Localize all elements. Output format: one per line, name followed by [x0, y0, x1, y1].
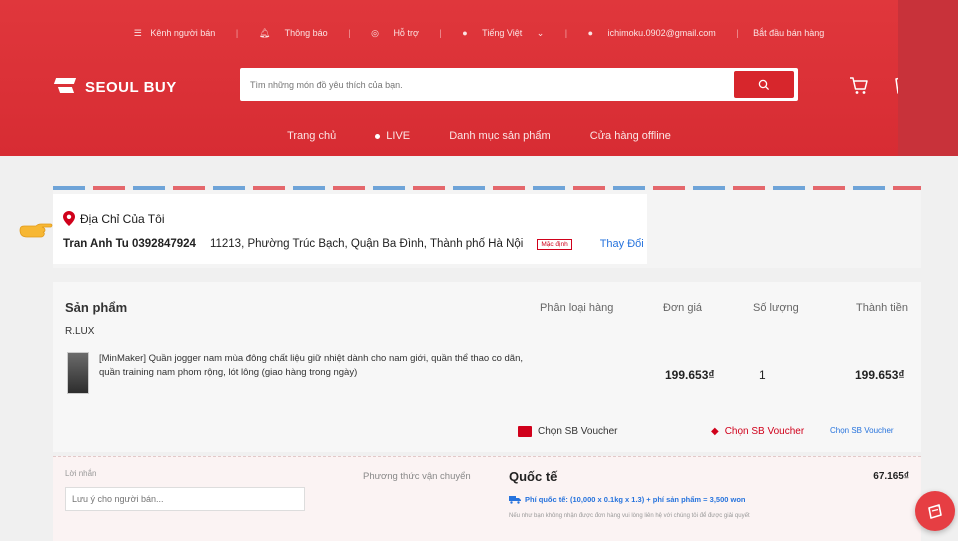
voucher-label: Chọn SB Voucher: [724, 426, 805, 437]
products-header-variant: Phân loại hàng: [540, 302, 614, 314]
products-header-total: Thành tiền: [856, 302, 908, 314]
logo-icon: [55, 76, 77, 98]
notifications-label: Thông báo: [284, 28, 328, 38]
divider: |: [235, 28, 239, 38]
nav-item-categories[interactable]: Danh mục sản phẩm: [449, 130, 551, 142]
recipient-name-phone: Tran Anh Tu 0392847924: [63, 238, 196, 250]
shipping-card: Lời nhắn Phương thức vận chuyển Quốc tế …: [53, 456, 921, 541]
divider: |: [736, 28, 739, 38]
divider: |: [348, 28, 351, 38]
headset-icon: ◎: [371, 28, 379, 38]
chat-button[interactable]: [915, 491, 955, 531]
notifications-link[interactable]: 🔔︎ Thông báo: [253, 28, 334, 39]
tag-icon: ◆: [711, 426, 719, 437]
nav-item-live[interactable]: LIVE: [375, 130, 410, 142]
divider: |: [564, 28, 568, 38]
cart-icon[interactable]: [848, 74, 870, 96]
account-link[interactable]: ● ichimoku.0902@gmail.com: [582, 28, 722, 38]
product-name[interactable]: [MinMaker] Quần jogger nam mùa đông chất…: [99, 352, 539, 380]
globe-icon: ●: [462, 28, 468, 38]
site-header: ☰ Kênh người bán | 🔔︎ Thông báo | ◎ Hỗ t…: [0, 0, 958, 156]
support-link[interactable]: ◎ Hỗ trợ: [365, 28, 425, 39]
seller-channel-label: Kênh người bán: [150, 28, 216, 38]
voucher-icon: [518, 426, 532, 437]
logo[interactable]: SEOUL BUY: [55, 72, 205, 102]
logo-text: SEOUL BUY: [85, 78, 177, 96]
chevron-down-icon: ⌄: [536, 28, 545, 38]
address-line: Tran Anh Tu 0392847924 11213, Phường Trú…: [63, 238, 644, 250]
nav-item-offline-stores[interactable]: Cửa hàng offline: [590, 130, 671, 142]
product-total: 199.653₫: [855, 368, 905, 382]
search-button[interactable]: [734, 71, 794, 98]
products-card: Sản phẩm Phân loại hàng Đơn giá Số lượng…: [53, 282, 921, 452]
product-unit-price: 199.653₫: [665, 368, 715, 382]
bell-icon: 🔔︎: [258, 28, 271, 38]
voucher-label: Chọn SB Voucher: [538, 426, 618, 437]
bag-badge: [907, 65, 918, 76]
search-icon: [758, 79, 770, 90]
seller-channel-link[interactable]: ☰ Kênh người bán: [134, 28, 222, 39]
start-selling-link[interactable]: Bắt đầu bán hàng: [753, 28, 824, 38]
sb-voucher-link[interactable]: ◆ Chọn SB Voucher: [711, 426, 804, 437]
change-address-link[interactable]: Thay Đổi: [600, 238, 644, 250]
default-badge: Mặc định: [537, 238, 572, 250]
location-pin-icon: [63, 211, 75, 226]
search-bar: [240, 68, 798, 101]
products-header-title: Sản phẩm: [65, 300, 128, 315]
shipping-fee-detail: Phí quốc tế: (10,000 x 0.1kg x 1.3) + ph…: [509, 495, 746, 504]
shipping-method-label: Phương thức vận chuyển: [363, 471, 471, 482]
pointing-hand-icon: [19, 223, 53, 238]
nav-item-home[interactable]: Trang chủ: [287, 130, 336, 142]
shipping-method: Quốc tế: [509, 469, 558, 484]
shipping-note: Nếu như bạn không nhận được đơn hàng vui…: [509, 513, 750, 519]
language-selector[interactable]: ● Tiếng Việt ⌄: [456, 28, 550, 39]
support-label: Hỗ trợ: [393, 28, 419, 38]
message-label: Lời nhắn: [65, 469, 97, 478]
top-bar: ☰ Kênh người bán | 🔔︎ Thông báo | ◎ Hỗ t…: [0, 28, 958, 39]
products-header-unit-price: Đơn giá: [663, 302, 703, 314]
main-nav: Trang chủ LIVE Danh mục sản phẩm Cửa hàn…: [0, 130, 958, 142]
address-highlight: [53, 194, 647, 264]
shop-name[interactable]: R.LUX: [65, 326, 94, 337]
account-email: ichimoku.0902@gmail.com: [607, 28, 716, 38]
message-input[interactable]: [65, 487, 305, 511]
search-input[interactable]: [240, 68, 720, 101]
product-quantity: 1: [759, 368, 766, 382]
divider: |: [439, 28, 442, 38]
sb-voucher-button[interactable]: Chọn SB Voucher: [518, 426, 618, 437]
products-header-quantity: Số lượng: [753, 302, 799, 314]
avatar-icon: ●: [587, 28, 594, 38]
product-image[interactable]: [67, 352, 89, 394]
shipping-price: 67.165₫: [873, 471, 909, 482]
fee-detail-text: Phí quốc tế: (10,000 x 0.1kg x 1.3) + ph…: [525, 495, 746, 504]
address-text: 11213, Phường Trúc Bạch, Quận Ba Đình, T…: [209, 238, 524, 250]
address-title: Địa Chỉ Của Tôi: [80, 212, 165, 226]
language-label: Tiếng Việt: [482, 28, 523, 38]
chat-icon: [928, 504, 942, 519]
sb-voucher-link-secondary[interactable]: Chọn SB Voucher: [830, 426, 894, 435]
truck-icon: [509, 496, 521, 504]
bag-icon[interactable]: [890, 70, 916, 96]
